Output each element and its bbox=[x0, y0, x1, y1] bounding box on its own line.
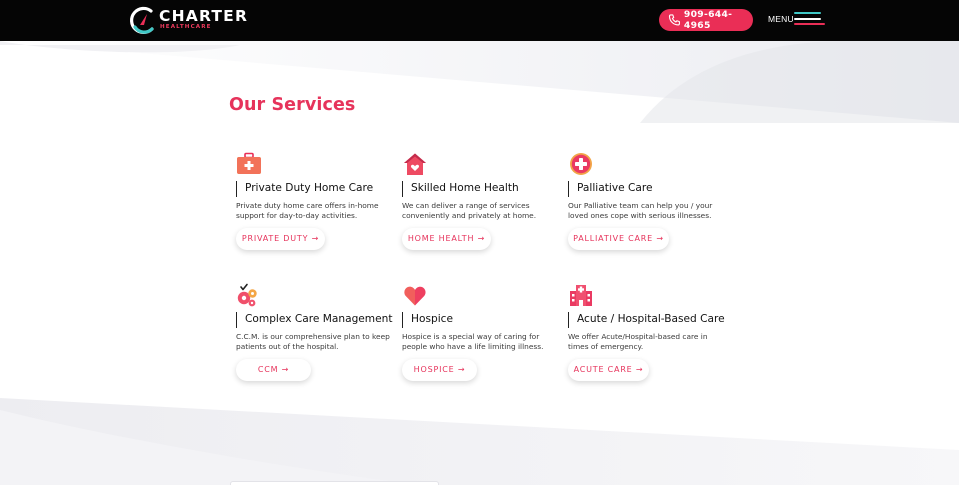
logo-mark-icon bbox=[130, 6, 154, 34]
logo-subtitle: HEALTHCARE bbox=[160, 24, 212, 30]
service-title: Private Duty Home Care bbox=[236, 181, 373, 197]
service-title: Acute / Hospital-Based Care bbox=[568, 312, 725, 328]
logo[interactable]: CHARTER HEALTHCARE bbox=[129, 5, 247, 35]
medical-cross-icon bbox=[570, 153, 592, 175]
hamburger-line-red bbox=[794, 23, 825, 26]
heart-icon bbox=[404, 286, 426, 306]
bottom-card-edge bbox=[230, 481, 439, 485]
page: CHARTER HEALTHCARE 909-644-4965 MENU Our… bbox=[0, 0, 959, 485]
medical-bag-icon bbox=[237, 152, 261, 174]
service-description: Hospice is a special way of caring for p… bbox=[402, 332, 544, 352]
service-title: Skilled Home Health bbox=[402, 181, 519, 197]
service-title: Hospice bbox=[402, 312, 453, 328]
service-description: We can deliver a range of services conve… bbox=[402, 201, 537, 221]
phone-button[interactable]: 909-644-4965 bbox=[659, 9, 753, 31]
hamburger-menu-icon[interactable] bbox=[793, 12, 825, 27]
section-title: Our Services bbox=[229, 95, 356, 115]
home-health-button[interactable]: HOME HEALTH → bbox=[402, 228, 491, 250]
menu-label[interactable]: MENU bbox=[768, 14, 794, 24]
service-description: C.C.M. is our comprehensive plan to keep… bbox=[236, 332, 390, 352]
hospice-button[interactable]: HOSPICE → bbox=[402, 359, 477, 381]
service-description: Private duty home care offers in-home su… bbox=[236, 201, 379, 221]
phone-number: 909-644-4965 bbox=[683, 9, 733, 31]
logo-name: CHARTER bbox=[159, 7, 249, 25]
service-title: Palliative Care bbox=[568, 181, 653, 197]
hamburger-line-white bbox=[794, 17, 821, 20]
service-description: We offer Acute/Hospital-based care in ti… bbox=[568, 332, 708, 352]
service-description: Our Palliative team can help you / your … bbox=[568, 201, 713, 221]
top-navbar: CHARTER HEALTHCARE 909-644-4965 MENU bbox=[0, 0, 959, 41]
hamburger-line-teal bbox=[794, 12, 821, 15]
acute-care-button[interactable]: ACUTE CARE → bbox=[568, 359, 649, 381]
hospital-icon bbox=[570, 285, 592, 306]
gears-check-icon bbox=[237, 283, 257, 307]
ccm-button[interactable]: CCM → bbox=[236, 359, 311, 381]
private-duty-button[interactable]: PRIVATE DUTY → bbox=[236, 228, 325, 250]
phone-icon bbox=[668, 14, 680, 26]
palliative-care-button[interactable]: PALLIATIVE CARE → bbox=[568, 228, 669, 250]
home-heart-icon bbox=[404, 153, 426, 175]
service-title: Complex Care Management bbox=[236, 312, 393, 328]
